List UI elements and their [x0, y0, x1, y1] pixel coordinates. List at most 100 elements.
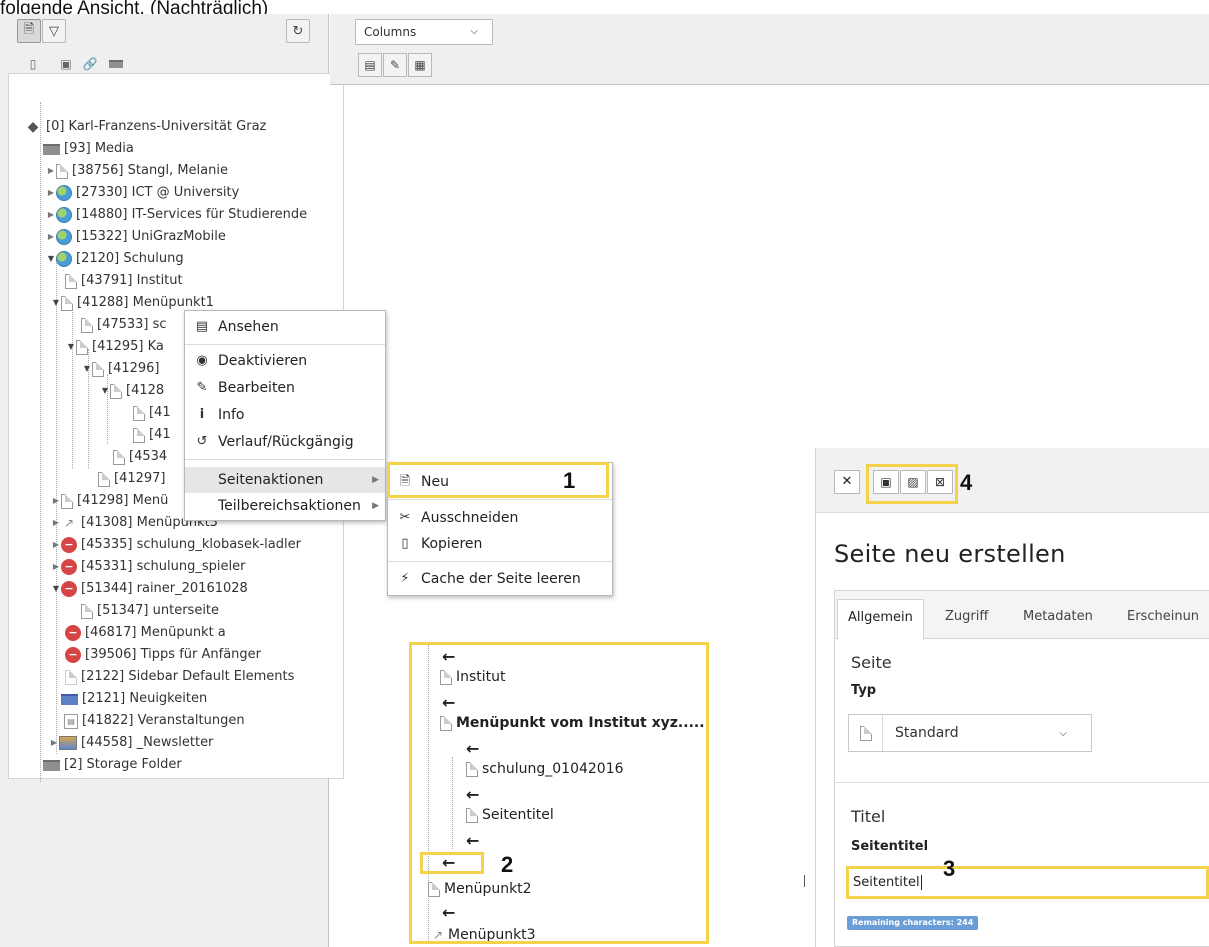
tree-item[interactable]: ▶ [14880] IT-Services für Studierende	[46, 204, 307, 226]
menu-item-clear-cache[interactable]: ⚡ Cache der Seite leeren	[388, 566, 612, 592]
expand-icon[interactable]: ▶	[51, 490, 61, 512]
menu-divider	[185, 344, 385, 345]
tree-item[interactable]: ▶ [41298] Menü	[51, 490, 168, 512]
submenu-arrow-icon: ▶	[372, 475, 379, 485]
remaining-characters-badge: Remaining characters: 244	[847, 916, 979, 930]
expand-icon[interactable]: ▶	[46, 204, 56, 226]
tree-item[interactable]: [4534	[113, 446, 167, 468]
insert-position-arrow[interactable]: ←	[466, 739, 479, 758]
collapse-icon[interactable]: ▼	[66, 336, 76, 358]
page-icon	[56, 163, 68, 179]
page-title-input[interactable]: Seitentitel	[846, 866, 1209, 899]
tab-metadaten[interactable]: Metadaten	[1023, 605, 1093, 641]
tree-item[interactable]: ▶ [44558] _Newsletter	[49, 732, 213, 754]
collapse-icon[interactable]: ▼	[82, 358, 92, 380]
tree-item[interactable]: ▶ − [45331] schulung_spieler	[51, 556, 245, 578]
copy-icon: ▯	[401, 536, 409, 551]
view-page-button[interactable]: ▤	[358, 53, 382, 77]
tree-item[interactable]: ▶ [15322] UniGrazMobile	[46, 226, 226, 248]
tree-item[interactable]: [2122] Sidebar Default Elements	[65, 666, 294, 688]
edit-page-icon: ✎	[389, 58, 401, 72]
refresh-icon: ↻	[292, 23, 304, 39]
tree-item[interactable]: [47533] sc	[81, 314, 167, 336]
tree-item[interactable]: ▼ [2120] Schulung	[46, 248, 184, 270]
preview-item: Institut	[440, 669, 506, 685]
insert-position-arrow[interactable]: ←	[442, 647, 455, 666]
insert-position-arrow[interactable]: ←	[466, 785, 479, 804]
tab-allgemein[interactable]: Allgemein	[837, 599, 924, 640]
menu-divider	[388, 499, 612, 500]
info-icon: i	[199, 407, 205, 422]
filter-icon: ▽	[49, 23, 59, 39]
tree-item[interactable]: − [46817] Menüpunkt a	[65, 622, 226, 644]
tree-item[interactable]: [51347] unterseite	[81, 600, 219, 622]
drag-folder-icon[interactable]	[108, 56, 124, 72]
tree-item[interactable]: [41297]	[98, 468, 166, 490]
drag-link-icon[interactable]: 🔗	[82, 56, 98, 72]
menu-item-cut[interactable]: ✂ Ausschneiden	[388, 505, 612, 531]
menu-item-info[interactable]: i Info	[185, 402, 385, 428]
page-icon	[428, 881, 440, 897]
menu-item-edit[interactable]: ✎ Bearbeiten	[185, 375, 385, 401]
menu-item-deactivate[interactable]: ◉ Deaktivieren	[185, 348, 385, 374]
collapse-icon[interactable]: ▼	[100, 380, 110, 402]
filter-button[interactable]: ▽	[42, 19, 66, 43]
new-page-button[interactable]: 🗎	[17, 19, 41, 43]
insert-position-arrow[interactable]: ←	[466, 831, 479, 850]
expand-icon[interactable]: ▶	[51, 556, 61, 578]
drag-page-shortcut-icon[interactable]: ▣	[58, 56, 74, 72]
edit-page-button[interactable]: ✎	[383, 53, 407, 77]
site-root-icon	[56, 229, 72, 245]
insert-position-arrow[interactable]: ←	[442, 693, 455, 712]
expand-icon[interactable]: ▶	[46, 226, 56, 248]
menu-item-page-actions[interactable]: Seitenaktionen ▶	[185, 467, 385, 493]
chevron-down-icon: ⌵	[1059, 727, 1067, 739]
expand-icon[interactable]: ▶	[49, 732, 59, 754]
menu-item-branch-actions[interactable]: Teilbereichsaktionen ▶	[185, 493, 385, 519]
close-button[interactable]: ✕	[834, 470, 860, 494]
tree-item[interactable]: ▼ [4128	[100, 380, 164, 402]
refresh-button[interactable]: ↻	[286, 19, 310, 43]
lightning-icon: ⚡	[400, 571, 410, 586]
drag-page-icon[interactable]: ▯	[25, 56, 41, 72]
expand-icon[interactable]: ▶	[46, 182, 56, 204]
highlight-box-save	[866, 464, 958, 504]
tree-root[interactable]: ◆ [0] Karl-Franzens-Universität Graz	[24, 116, 267, 138]
tree-item[interactable]: ▼ [41296]	[82, 358, 160, 380]
page-title-label: Seitentitel	[851, 839, 929, 854]
tree-item[interactable]: ▼ − [51344] rainer_20161028	[51, 578, 248, 600]
tree-item[interactable]: [2] Storage Folder	[43, 754, 182, 776]
tree-item[interactable]: ▶ − [45335] schulung_klobasek-ladler	[51, 534, 301, 556]
collapse-icon[interactable]: ▼	[46, 248, 56, 270]
collapse-icon[interactable]: ▼	[51, 578, 61, 600]
menu-item-copy[interactable]: ▯ Kopieren	[388, 531, 612, 557]
page-type-select[interactable]: Standard ⌵	[848, 714, 1092, 752]
tree-item[interactable]: ▶ [38756] Stangl, Melanie	[46, 160, 228, 182]
tree-item[interactable]: [43791] Institut	[65, 270, 183, 292]
insert-position-arrow[interactable]: ←	[442, 903, 455, 922]
menu-item-history[interactable]: ↺ Verlauf/Rückgängig	[185, 429, 385, 455]
close-icon: ✕	[841, 474, 853, 489]
site-root-icon	[56, 185, 72, 201]
tree-item[interactable]: − [39506] Tipps für Anfänger	[65, 644, 261, 666]
tree-item[interactable]: [2121] Neuigkeiten	[61, 688, 207, 710]
tab-zugriff[interactable]: Zugriff	[945, 605, 988, 641]
expand-icon[interactable]: ▶	[51, 512, 61, 534]
tree-item[interactable]: ▼ [41295] Ka	[66, 336, 164, 358]
typo3-root-icon: ◆	[27, 119, 39, 135]
tree-guide-line	[40, 102, 41, 782]
tree-item[interactable]: ▤ [41822] Veranstaltungen	[64, 710, 245, 732]
expand-icon[interactable]: ▶	[51, 534, 61, 556]
new-content-button[interactable]: ▦	[408, 53, 432, 77]
tab-erscheinung[interactable]: Erscheinun	[1127, 605, 1199, 641]
menu-item-view[interactable]: ▤ Ansehen	[185, 314, 385, 340]
view-mode-select[interactable]: Columns ⌵	[355, 19, 493, 45]
preview-item: ↗ Menüpunkt3	[430, 927, 536, 941]
tree-item[interactable]: ▶ [27330] ICT @ University	[46, 182, 239, 204]
expand-icon[interactable]: ▶	[46, 160, 56, 182]
tree-item[interactable]: [41	[133, 424, 171, 446]
tree-item[interactable]: [41	[133, 402, 171, 424]
site-root-icon	[56, 207, 72, 223]
collapse-icon[interactable]: ▼	[51, 292, 61, 314]
tree-item[interactable]: [93] Media	[43, 138, 134, 160]
